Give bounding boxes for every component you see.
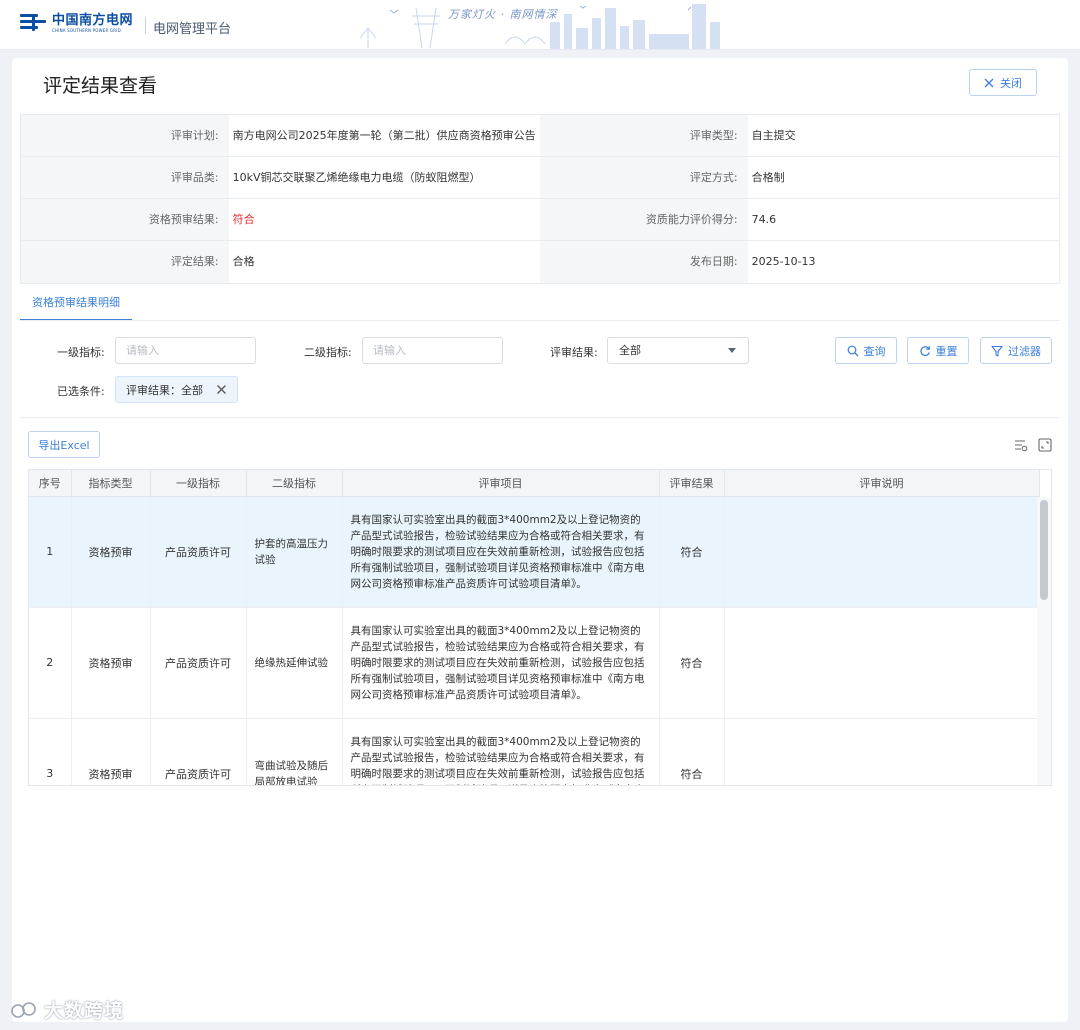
review-category-value: 10kV铜芯交联聚乙烯绝缘电力电缆（防蚁阻燃型） <box>232 171 481 184</box>
cell-level1: 产品资质许可 <box>150 718 247 785</box>
cell-review-note <box>724 496 1040 608</box>
review-info-grid: 评审计划: 南方电网公司2025年度第一轮（第二批）供应商资格预审公告 评审类型… <box>20 114 1060 284</box>
review-type-value: 自主提交 <box>751 129 796 142</box>
level1-filter-label: 一级指标: <box>57 346 105 359</box>
cell-indicator-type: 资格预审 <box>71 607 151 719</box>
info-row: 评审计划: 南方电网公司2025年度第一轮（第二批）供应商资格预审公告 评审类型… <box>21 115 1059 157</box>
header-slogan: 万家灯火 · 南网情深 <box>448 8 558 21</box>
evaluation-method-value: 合格制 <box>751 171 785 184</box>
review-type-label: 评审类型: <box>540 115 748 156</box>
cell-review-result: 符合 <box>659 607 725 719</box>
info-row: 评审品类: 10kV铜芯交联聚乙烯绝缘电力电缆（防蚁阻燃型） 评定方式: 合格制 <box>21 157 1059 199</box>
table-header-row: 序号 指标类型 一级指标 二级指标 评审项目 评审结果 评审说明 <box>29 470 1040 497</box>
cell-review-item: 具有国家认可实验室出具的截面3*400mm2及以上登记物资的产品型式试验报告，检… <box>342 718 660 785</box>
col-header-indicator-type[interactable]: 指标类型 <box>71 470 151 497</box>
result-select-value: 全部 <box>619 344 641 357</box>
result-detail-card: 评定结果查看 关闭 评审计划: 南方电网公司2025年度第一轮（第二批）供应商资… <box>12 58 1068 1022</box>
qualification-score-label: 资质能力评价得分: <box>540 199 748 240</box>
csg-logo-icon <box>20 12 48 34</box>
selected-conditions-label: 已选条件: <box>57 385 105 398</box>
selected-condition-chip: 评审结果：全部 <box>115 376 238 403</box>
caret-down-icon <box>728 348 736 353</box>
result-table: 序号 指标类型 一级指标 二级指标 评审项目 评审结果 评审说明 1 资格预审 … <box>28 469 1052 786</box>
col-header-review-note[interactable]: 评审说明 <box>724 470 1040 497</box>
fullscreen-icon[interactable] <box>1038 438 1052 452</box>
header-divider <box>145 17 146 34</box>
column-settings-icon[interactable] <box>1014 438 1028 452</box>
close-button[interactable]: 关闭 <box>969 69 1037 96</box>
close-button-label: 关闭 <box>1000 76 1022 90</box>
col-header-level1[interactable]: 一级指标 <box>150 470 247 497</box>
filter-button-label: 过滤器 <box>1008 344 1041 358</box>
query-button[interactable]: 查询 <box>835 337 897 364</box>
level2-filter-label: 二级指标: <box>304 346 352 359</box>
review-plan-label: 评审计划: <box>21 115 229 156</box>
cell-review-item: 具有国家认可实验室出具的截面3*400mm2及以上登记物资的产品型式试验报告，检… <box>342 607 660 719</box>
cell-level2: 弯曲试验及随后局部放电试验 <box>246 718 343 785</box>
watermark: 大数跨境 <box>10 996 124 1023</box>
cell-review-note <box>724 607 1040 719</box>
evaluation-result-value: 合格 <box>232 255 255 268</box>
close-icon <box>984 78 994 87</box>
col-header-index[interactable]: 序号 <box>29 470 72 497</box>
info-row: 资格预审结果: 符合 资质能力评价得分: 74.6 <box>21 199 1059 241</box>
qualification-score-value: 74.6 <box>751 213 777 226</box>
result-select[interactable]: 全部 <box>607 337 749 364</box>
cell-review-result: 符合 <box>659 718 725 785</box>
logo-english-name: CHINA SOUTHERN POWER GRID <box>52 27 121 33</box>
funnel-icon <box>991 345 1003 357</box>
top-header: 中国南方电网 CHINA SOUTHERN POWER GRID 电网管理平台 <box>0 0 1080 50</box>
table-row[interactable]: 2 资格预审 产品资质许可 绝缘热延伸试验 具有国家认可实验室出具的截面3*40… <box>29 607 1040 719</box>
evaluation-result-label: 评定结果: <box>21 241 229 283</box>
col-header-review-item[interactable]: 评审项目 <box>342 470 660 497</box>
cell-indicator-type: 资格预审 <box>71 718 151 785</box>
watermark-text: 大数跨境 <box>44 1000 125 1022</box>
table-scrollbar-thumb[interactable] <box>1040 500 1048 600</box>
cell-index: 1 <box>29 496 72 608</box>
csg-logo[interactable]: 中国南方电网 CHINA SOUTHERN POWER GRID <box>20 12 133 34</box>
platform-name: 电网管理平台 <box>153 22 232 37</box>
prequal-result-label: 资格预审结果: <box>21 199 229 240</box>
filter-divider <box>20 417 1060 418</box>
cell-level2: 护套的高温压力试验 <box>246 496 343 608</box>
query-button-label: 查询 <box>863 344 886 358</box>
cell-indicator-type: 资格预审 <box>71 496 151 608</box>
watermark-logo-icon <box>11 1001 36 1018</box>
publish-date-value: 2025-10-13 <box>751 255 816 268</box>
tab-underline-divider <box>20 320 1060 321</box>
refresh-icon <box>919 345 930 356</box>
reset-button[interactable]: 重置 <box>907 337 969 364</box>
cell-level1: 产品资质许可 <box>150 607 247 719</box>
cell-review-note <box>724 718 1040 785</box>
evaluation-method-label: 评定方式: <box>540 157 748 198</box>
cell-index: 3 <box>29 718 72 785</box>
result-filter-label: 评审结果: <box>550 346 598 359</box>
col-header-review-result[interactable]: 评审结果 <box>659 470 725 497</box>
level1-input[interactable] <box>115 337 256 364</box>
cell-level2: 绝缘热延伸试验 <box>246 607 343 719</box>
search-icon <box>847 345 858 356</box>
col-header-level2[interactable]: 二级指标 <box>246 470 343 497</box>
level2-input[interactable] <box>362 337 503 364</box>
chip-text: 评审结果：全部 <box>126 383 203 397</box>
cell-review-result: 符合 <box>659 496 725 608</box>
review-category-label: 评审品类: <box>21 157 229 198</box>
publish-date-label: 发布日期: <box>540 241 748 283</box>
reset-button-label: 重置 <box>935 344 958 358</box>
cell-level1: 产品资质许可 <box>150 496 247 608</box>
prequal-result-value: 符合 <box>232 213 255 226</box>
filter-button[interactable]: 过滤器 <box>980 337 1052 364</box>
cell-index: 2 <box>29 607 72 719</box>
info-row: 评定结果: 合格 发布日期: 2025-10-13 <box>21 241 1059 283</box>
page-title: 评定结果查看 <box>43 75 158 97</box>
table-row[interactable]: 3 资格预审 产品资质许可 弯曲试验及随后局部放电试验 具有国家认可实验室出具的… <box>29 718 1040 785</box>
export-excel-button[interactable]: 导出Excel <box>28 431 100 458</box>
review-plan-value: 南方电网公司2025年度第一轮（第二批）供应商资格预审公告 <box>232 129 536 142</box>
logo-chinese-name: 中国南方电网 <box>52 12 134 28</box>
tab-prequal-detail[interactable]: 资格预审结果明细 <box>20 294 132 321</box>
remove-condition-icon[interactable] <box>215 383 228 396</box>
cell-review-item: 具有国家认可实验室出具的截面3*400mm2及以上登记物资的产品型式试验报告，检… <box>342 496 660 608</box>
table-row[interactable]: 1 资格预审 产品资质许可 护套的高温压力试验 具有国家认可实验室出具的截面3*… <box>29 496 1040 608</box>
